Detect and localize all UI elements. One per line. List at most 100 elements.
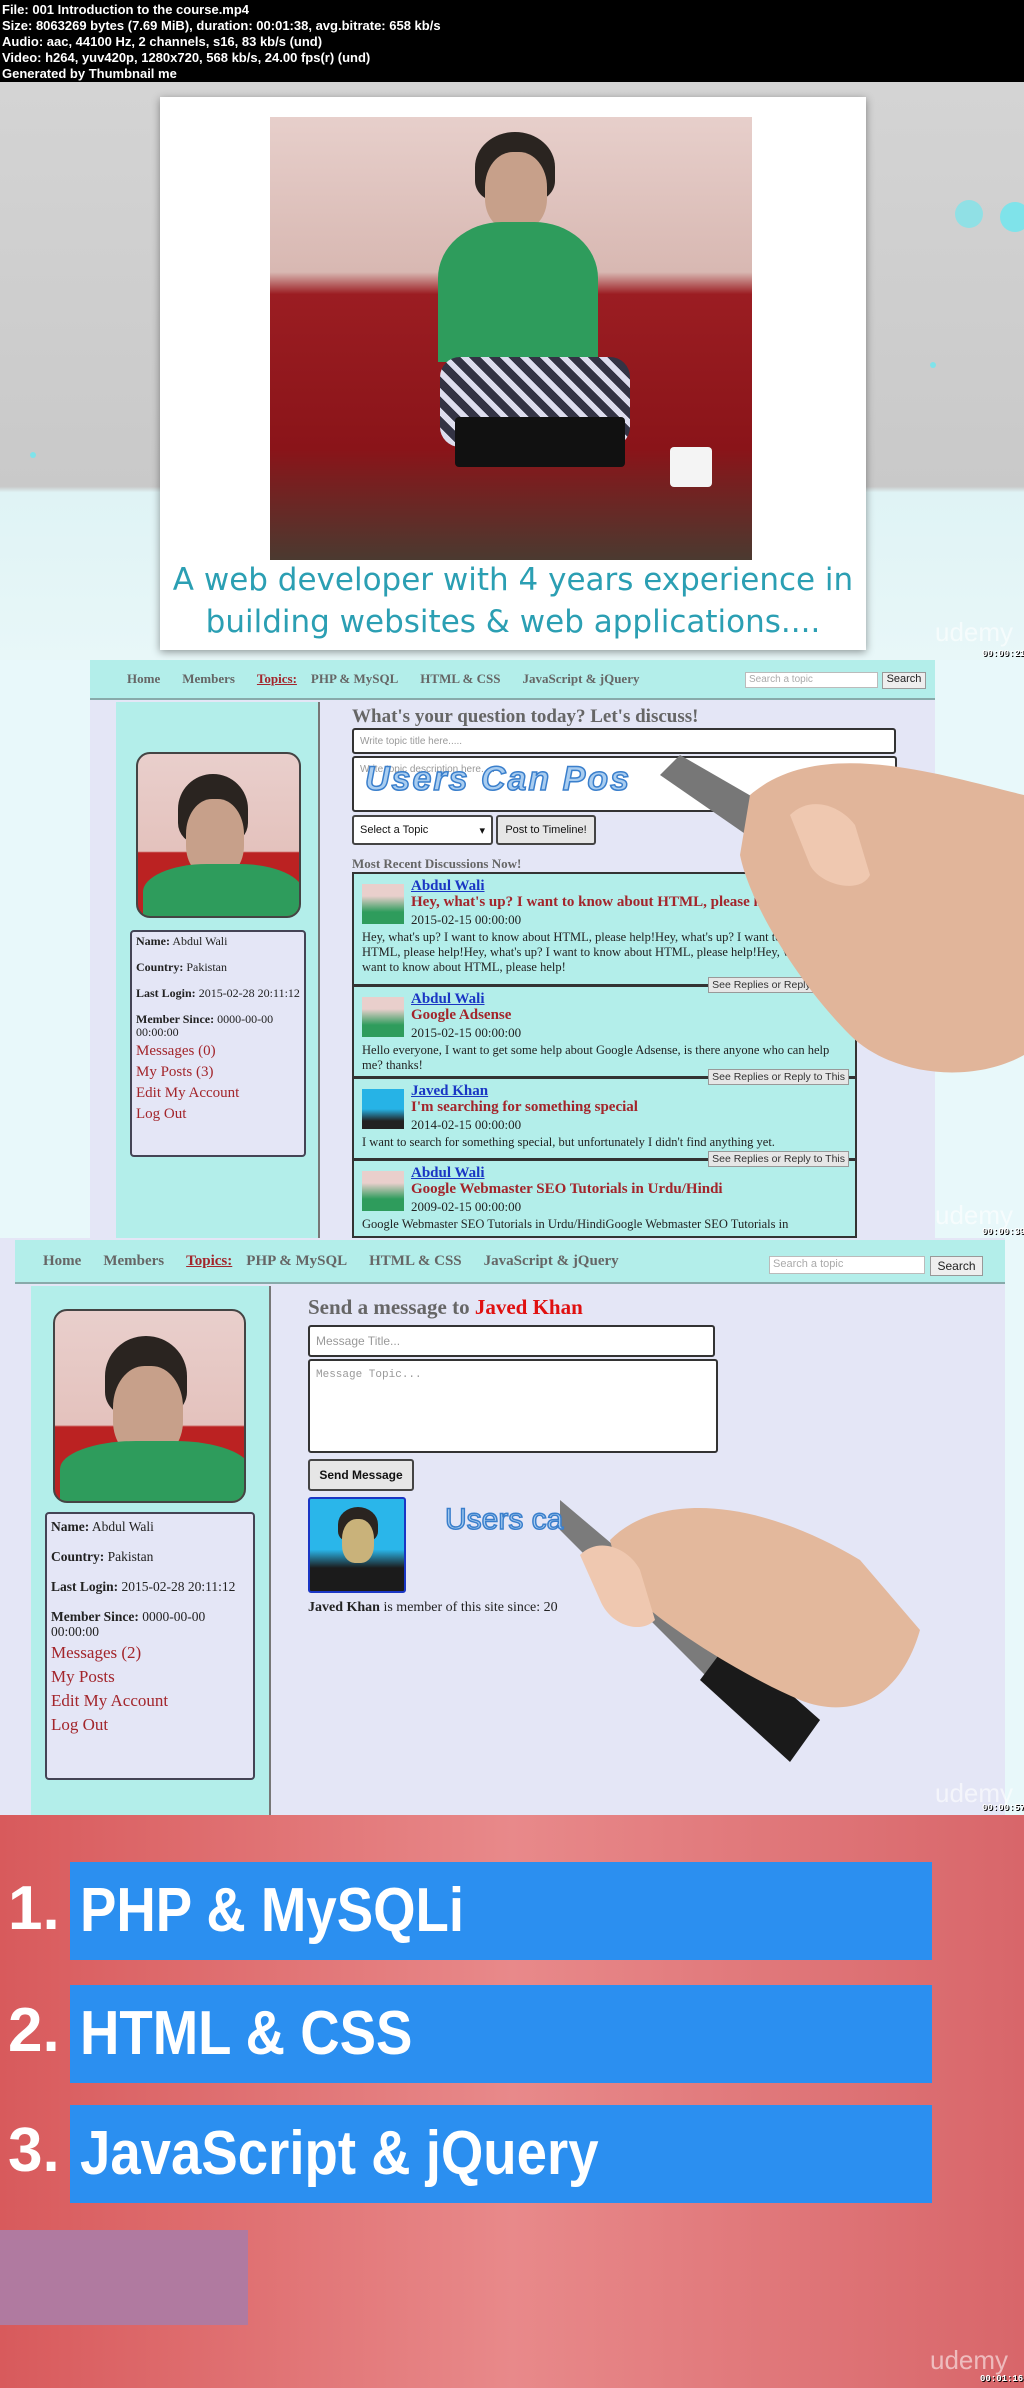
search-input[interactable]: Search a topic <box>769 1256 925 1274</box>
topic-select[interactable]: Select a Topic ▾ <box>352 815 493 845</box>
timestamp: 00:00:57 <box>982 1803 1024 1813</box>
my-posts-link[interactable]: My Posts <box>51 1665 249 1689</box>
label: Name: <box>136 934 170 948</box>
logout-link[interactable]: Log Out <box>51 1713 249 1737</box>
label: Last Login: <box>136 986 196 1000</box>
messages-link[interactable]: Messages (2) <box>51 1641 249 1665</box>
my-posts-link[interactable]: My Posts (3) <box>136 1062 300 1083</box>
post-author-link[interactable]: Abdul Wali <box>411 991 485 1008</box>
label: Member Since: <box>51 1609 139 1624</box>
page-heading: Send a message to Javed Khan <box>308 1295 583 1320</box>
message-title-input[interactable]: Message Title... <box>308 1325 715 1357</box>
frame-messaging: Home Members Topics: PHP & MySQL HTML & … <box>0 1238 1024 1816</box>
search-button[interactable]: Search <box>930 1256 983 1276</box>
caption-line: building websites & web applications.... <box>205 604 821 640</box>
edit-account-link[interactable]: Edit My Account <box>136 1083 300 1104</box>
snowflake-decoration <box>955 200 983 228</box>
timestamp: 00:00:21 <box>982 649 1024 659</box>
sidebar: Name: Abdul Wali Country: Pakistan Last … <box>31 1286 271 1816</box>
nav-php-mysql[interactable]: PHP & MySQL <box>311 671 398 687</box>
udemy-watermark: udemy <box>935 617 1014 647</box>
nav-topics[interactable]: Topics: <box>186 1253 232 1270</box>
post-date: 2015-02-15 00:00:00 <box>411 1025 522 1040</box>
hand-with-marker-image <box>660 755 1024 1073</box>
developer-photo <box>270 117 752 560</box>
profile-name: Abdul Wali <box>172 934 228 948</box>
handwriting-overlay: Users ca <box>444 1502 564 1537</box>
photo-card: A web developer with 4 years experience … <box>160 97 866 650</box>
nav-javascript-jquery[interactable]: JavaScript & jQuery <box>522 671 639 687</box>
post-title[interactable]: I'm searching for something special <box>411 1099 638 1116</box>
search-button[interactable]: Search <box>882 672 926 689</box>
decorative-box <box>0 2230 248 2325</box>
page-heading: What's your question today? Let's discus… <box>352 706 699 727</box>
profile-photo <box>136 752 301 918</box>
member-since-label: is member of this site since: 20 <box>383 1600 558 1615</box>
frame-intro: A web developer with 4 years experience … <box>0 82 1024 660</box>
logout-link[interactable]: Log Out <box>136 1104 300 1125</box>
file-info-header: File: 001 Introduction to the course.mp4… <box>0 0 1024 82</box>
nav-members[interactable]: Members <box>182 671 235 687</box>
search-input[interactable]: Search a topic <box>745 672 878 688</box>
nav-javascript-jquery[interactable]: JavaScript & jQuery <box>484 1253 619 1270</box>
post-date: 2009-02-15 00:00:00 <box>411 1199 522 1214</box>
list-number: 3. <box>8 2116 60 2185</box>
profile-country: Pakistan <box>186 960 228 974</box>
recipient-name: Javed Khan <box>474 1295 583 1319</box>
post-author-link[interactable]: Javed Khan <box>411 1083 488 1100</box>
nav-members[interactable]: Members <box>103 1253 164 1270</box>
list-number: 2. <box>8 1996 60 2065</box>
nav-home[interactable]: Home <box>127 671 160 687</box>
profile-photo <box>53 1309 246 1503</box>
profile-last-login: 2015-02-28 20:11:12 <box>121 1579 236 1594</box>
post-to-timeline-button[interactable]: Post to Timeline! <box>496 815 596 845</box>
nav-home[interactable]: Home <box>43 1253 81 1270</box>
post-author-link[interactable]: Abdul Wali <box>411 1165 485 1182</box>
avatar <box>362 884 404 924</box>
topic-title-input[interactable]: Write topic title here..... <box>352 728 896 754</box>
avatar <box>362 997 404 1037</box>
info-line: Size: 8063269 bytes (7.69 MiB), duration… <box>2 18 441 33</box>
label: Country: <box>136 960 184 974</box>
sidebar: Name: Abdul Wali Country: Pakistan Last … <box>116 702 320 1238</box>
profile-country: Pakistan <box>107 1549 154 1564</box>
topic-label: JavaScript & jQuery <box>80 2119 599 2188</box>
list-number: 1. <box>8 1874 60 1943</box>
topic-bar: HTML & CSS <box>70 1985 932 2083</box>
send-message-button[interactable]: Send Message <box>308 1459 414 1491</box>
info-line: Video: h264, yuv420p, 1280x720, 568 kb/s… <box>2 50 371 65</box>
caption-line: A web developer with 4 years experience … <box>172 562 854 598</box>
label: Last Login: <box>51 1579 119 1594</box>
topic-label: PHP & MySQLi <box>80 1876 465 1945</box>
avatar <box>362 1089 404 1129</box>
timestamp: 00:00:39 <box>982 1227 1024 1237</box>
nav-html-css[interactable]: HTML & CSS <box>369 1253 462 1270</box>
udemy-watermark: udemy <box>930 2345 1009 2375</box>
topic-bar: JavaScript & jQuery <box>70 2105 932 2203</box>
nav-php-mysql[interactable]: PHP & MySQL <box>246 1253 347 1270</box>
post-date: 2014-02-15 00:00:00 <box>411 1117 522 1132</box>
recent-discussions-heading: Most Recent Discussions Now! <box>352 856 522 871</box>
nav-html-css[interactable]: HTML & CSS <box>420 671 500 687</box>
message-topic-textarea[interactable]: Message Topic... <box>308 1359 718 1453</box>
messages-link[interactable]: Messages (0) <box>136 1041 300 1062</box>
profile-info: Name: Abdul Wali Country: Pakistan Last … <box>130 930 306 1157</box>
topic-label: HTML & CSS <box>80 1999 413 2068</box>
info-line: Generated by Thumbnail me <box>2 66 177 81</box>
avatar <box>362 1171 404 1211</box>
post-author-link[interactable]: Abdul Wali <box>411 878 485 895</box>
snowflake-decoration <box>1000 202 1024 232</box>
snowflake-decoration <box>30 452 36 458</box>
info-line: Audio: aac, 44100 Hz, 2 channels, s16, 8… <box>2 34 323 49</box>
edit-account-link[interactable]: Edit My Account <box>51 1689 249 1713</box>
select-value: Select a Topic <box>360 824 429 836</box>
profile-info: Name: Abdul Wali Country: Pakistan Last … <box>45 1512 255 1780</box>
handwriting-overlay: Users Can Pos <box>364 759 631 799</box>
profile-last-login: 2015-02-28 20:11:12 <box>198 986 300 1000</box>
post-title[interactable]: Google Adsense <box>411 1007 511 1024</box>
nav-topics[interactable]: Topics: <box>257 671 297 687</box>
frame-forum: Home Members Topics: PHP & MySQL HTML & … <box>0 660 1024 1238</box>
profile-name: Abdul Wali <box>91 1519 154 1534</box>
snowflake-decoration <box>930 362 936 368</box>
member-since-text: Javed Khan is member of this site since:… <box>308 1600 558 1616</box>
